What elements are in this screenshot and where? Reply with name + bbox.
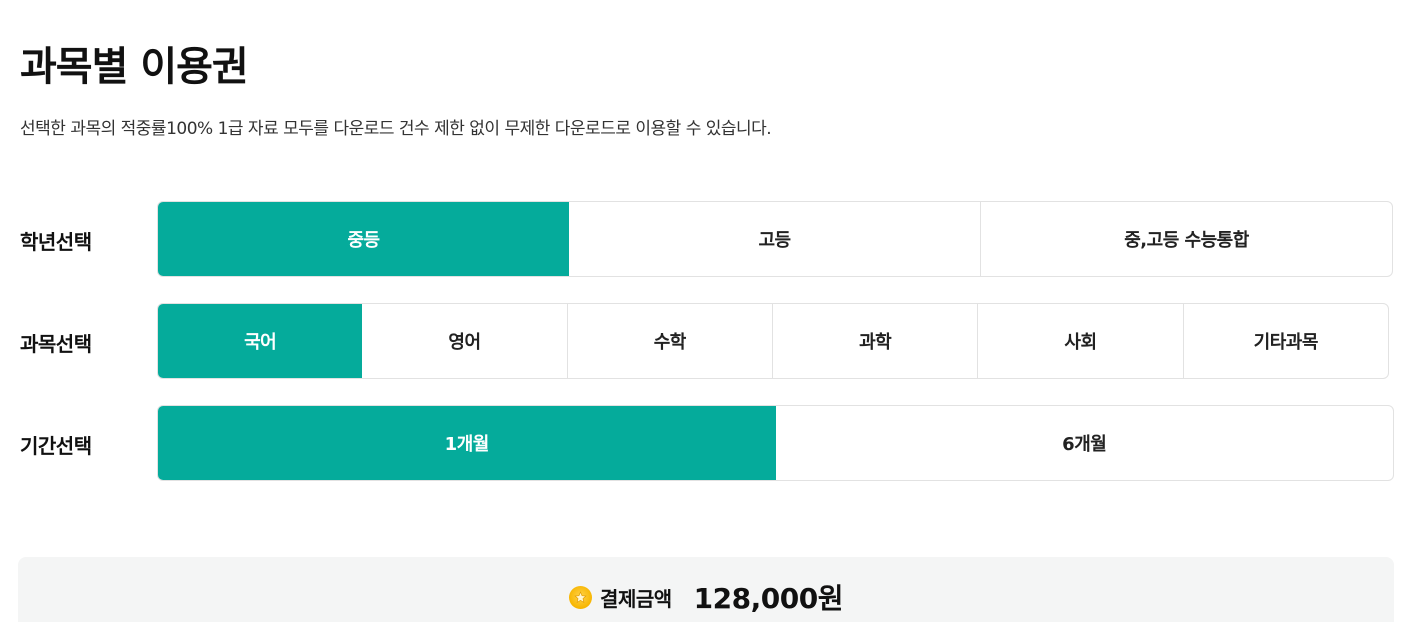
subject-selector: 국어 영어 수학 과학 사회 기타과목	[157, 303, 1389, 379]
subject-label: 과목선택	[20, 332, 92, 356]
subject-option-other[interactable]: 기타과목	[1182, 304, 1388, 378]
payment-amount: 128,000원	[693, 582, 844, 615]
payment-label: 결제금액	[600, 586, 672, 611]
subject-option-math[interactable]: 수학	[566, 304, 772, 378]
page-description: 선택한 과목의 적중률100% 1급 자료 모두를 다운로드 건수 제한 없이 …	[20, 119, 772, 139]
payment-summary: 결제금액 128,000원	[18, 557, 1394, 622]
subject-option-english[interactable]: 영어	[362, 304, 566, 378]
subject-option-science[interactable]: 과학	[771, 304, 977, 378]
subject-option-korean[interactable]: 국어	[158, 304, 363, 378]
grade-option-middle[interactable]: 중등	[158, 202, 569, 276]
period-selector: 1개월 6개월	[157, 405, 1394, 481]
grade-option-integrated[interactable]: 중,고등 수능통합	[980, 202, 1392, 276]
coin-icon	[569, 585, 593, 609]
grade-option-high[interactable]: 고등	[569, 202, 980, 276]
page-title: 과목별 이용권	[20, 44, 249, 90]
period-label: 기간선택	[20, 434, 92, 458]
grade-selector: 중등 고등 중,고등 수능통합	[157, 201, 1393, 277]
subject-option-social[interactable]: 사회	[977, 304, 1182, 378]
period-option-1month[interactable]: 1개월	[158, 406, 776, 480]
grade-label: 학년선택	[20, 230, 92, 254]
period-option-6month[interactable]: 6개월	[776, 406, 1394, 480]
